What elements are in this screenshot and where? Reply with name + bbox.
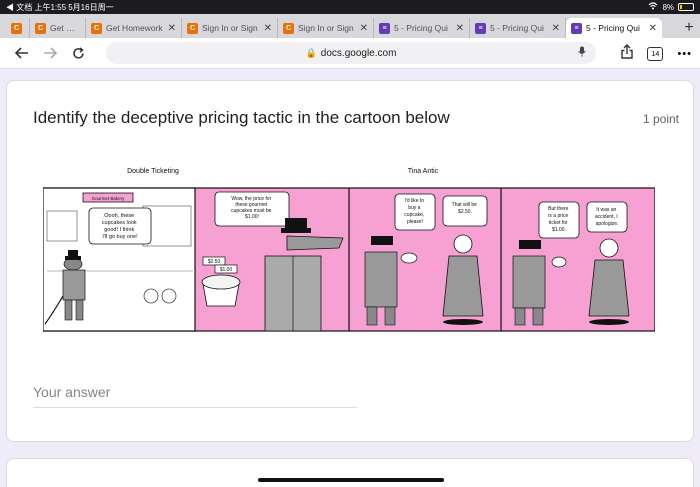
reload-icon [72, 46, 84, 59]
status-right: 8% [648, 2, 694, 12]
c-icon: C [35, 22, 46, 34]
c-icon: C [283, 22, 294, 34]
close-icon[interactable]: ✕ [456, 23, 464, 34]
speech-bubble-3: I'd like to buy a cupcake, please! [404, 198, 425, 225]
new-tab-button[interactable]: + [678, 18, 700, 38]
back-arrow-icon [15, 47, 28, 59]
url-text: docs.google.com [320, 47, 397, 59]
forms-icon: ≡ [571, 22, 582, 34]
question-card: Identify the deceptive pricing tactic in… [6, 80, 694, 442]
tab-count-button[interactable]: 14 [647, 47, 664, 61]
forward-button[interactable] [36, 41, 64, 65]
tab-2[interactable]: C Get Hom [30, 18, 86, 38]
address-bar[interactable]: 🔒 docs.google.com [106, 42, 596, 64]
tab-8-active[interactable]: ≡ 5 - Pricing Qui ✕ [566, 18, 662, 38]
reload-button[interactable] [64, 41, 92, 65]
tab-label: Sign In or Sign [298, 23, 354, 33]
close-icon[interactable]: ✕ [360, 23, 368, 34]
close-icon[interactable]: ✕ [264, 23, 272, 34]
tab-4[interactable]: C Sign In or Sign ✕ [182, 18, 278, 38]
status-left: ◀ 文档 上午1:55 5月16日周一 [6, 2, 114, 13]
tab-label: Get Homework [106, 23, 163, 33]
lock-icon: 🔒 [305, 47, 317, 58]
wifi-icon [648, 2, 658, 12]
tab-label: 5 - Pricing Qui [394, 23, 448, 33]
svg-text:$2.50: $2.50 [208, 259, 221, 265]
cartoon-image: Double Ticketing Tina Antic Gourmet Bake… [43, 168, 655, 332]
answer-underline [33, 407, 357, 408]
close-icon[interactable]: ✕ [649, 23, 657, 34]
share-icon[interactable] [621, 44, 634, 64]
cartoon-label-right: Tina Antic [408, 168, 439, 175]
points-label: 1 point [642, 112, 679, 126]
more-menu-icon[interactable]: ••• [677, 48, 692, 60]
tab-label: 5 - Pricing Qui [586, 23, 640, 33]
tab-5[interactable]: C Sign In or Sign ✕ [278, 18, 374, 38]
tab-label: Get Hom [50, 23, 80, 33]
tab-1[interactable]: C [6, 18, 30, 38]
back-button[interactable] [8, 41, 36, 65]
status-bar: ◀ 文档 上午1:55 5月16日周一 8% [0, 0, 700, 14]
tab-bar: C C Get Hom C Get Homework ✕ C Sign In o… [0, 14, 700, 38]
battery-icon [678, 3, 694, 11]
bakery-sign-text: Gourmet Bakery [92, 196, 126, 201]
speech-bubble-1: Oooh, these cupcakes look good! I think … [102, 213, 138, 240]
forms-icon: ≡ [379, 22, 390, 34]
microphone-icon[interactable] [578, 46, 586, 60]
tab-7[interactable]: ≡ 5 - Pricing Qui ✕ [470, 18, 566, 38]
toolbar-right-icons: 14 ••• [621, 42, 692, 66]
cartoon-label-left: Double Ticketing [127, 168, 179, 175]
svg-text:$1.00: $1.00 [220, 267, 233, 273]
cupcake-display [201, 274, 241, 307]
c-icon: C [11, 22, 22, 34]
tab-label: 5 - Pricing Qui [490, 23, 544, 33]
forward-arrow-icon [44, 47, 57, 59]
close-icon[interactable]: ✕ [552, 23, 560, 34]
next-question-card [6, 458, 694, 487]
answer-input[interactable]: Your answer [33, 384, 110, 400]
tab-3[interactable]: C Get Homework ✕ [86, 18, 182, 38]
question-title: Identify the deceptive pricing tactic in… [33, 108, 450, 127]
tab-label: Sign In or Sign [202, 23, 258, 33]
tab-6[interactable]: ≡ 5 - Pricing Qui ✕ [374, 18, 470, 38]
speech-bubble-6: It was an accident, I apologize. [595, 207, 619, 227]
close-icon[interactable]: ✕ [168, 23, 176, 34]
browser-toolbar: 🔒 docs.google.com 14 ••• [0, 38, 700, 69]
forms-icon: ≡ [475, 22, 486, 34]
c-icon: C [91, 22, 102, 34]
home-indicator [258, 478, 444, 482]
status-text: ◀ 文档 上午1:55 5月16日周一 [6, 2, 114, 12]
battery-percent: 8% [662, 2, 674, 12]
c-icon: C [187, 22, 198, 34]
